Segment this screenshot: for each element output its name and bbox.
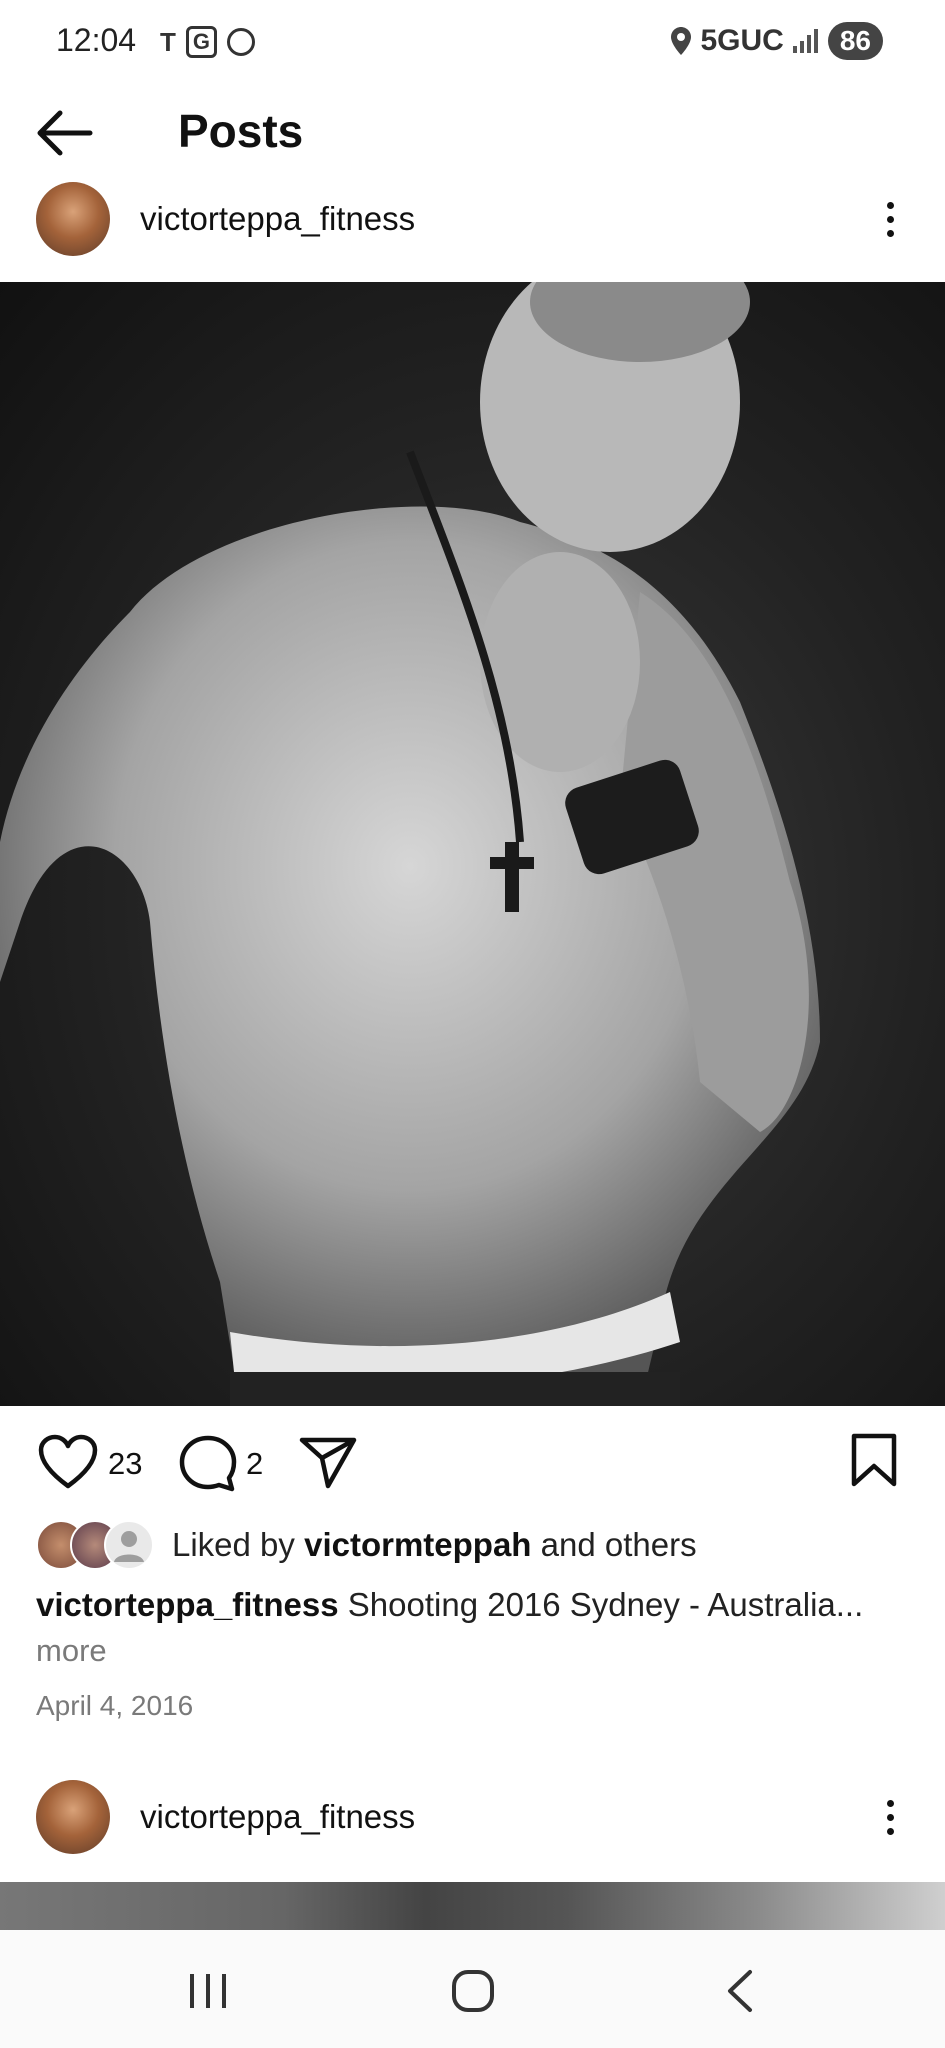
g-icon: G [185,26,218,58]
liked-by-text: Liked by victormteppah and others [172,1526,697,1563]
home-button[interactable] [450,1968,496,2014]
post-photo[interactable] [0,1882,945,1930]
comment-icon [179,1435,237,1492]
post-options-button[interactable] [878,198,902,242]
page-title: Posts [178,105,304,157]
liked-by-row[interactable]: Liked by victormteppah and others [36,1520,697,1570]
post-date: April 4, 2016 [36,1690,194,1721]
more-options-icon [886,1800,894,1807]
t-mobile-icon: T [160,26,176,57]
more-options-icon [886,202,894,209]
post-username[interactable]: victorteppa_fitness [140,1798,415,1836]
status-right: 5GUC 86 [670,22,883,60]
like-button[interactable] [38,1434,98,1495]
share-button[interactable] [298,1434,358,1495]
caption-more-link[interactable]: more [36,1633,107,1669]
back-button[interactable] [34,108,104,164]
post-caption: victorteppa_fitness Shooting 2016 Sydney… [36,1586,916,1624]
battery-indicator: 86 [827,22,883,60]
photo-image [0,282,820,1406]
save-button[interactable] [850,1432,898,1493]
location-icon [671,27,692,55]
liked-by-username[interactable]: victormteppah [304,1526,531,1563]
heart-icon [38,1434,98,1489]
caption-text: Shooting 2016 Sydney - Australia... [347,1586,864,1623]
likes-count[interactable]: 23 [108,1446,142,1482]
home-icon [452,1970,494,2012]
post-username[interactable]: victorteppa_fitness [140,200,415,238]
comment-button[interactable] [178,1434,238,1497]
recent-apps-button[interactable] [186,1968,230,2014]
bookmark-icon [851,1433,897,1487]
liker-avatars [36,1520,156,1570]
chevron-left-icon [728,1970,752,2012]
mobile-data-icon [227,28,256,56]
system-back-button[interactable] [722,1968,758,2014]
app-header [0,84,945,194]
default-user-icon [104,1520,154,1570]
status-time: 12:04 [56,22,137,58]
caption-username[interactable]: victorteppa_fitness [36,1586,339,1623]
signal-icon [792,29,818,53]
post-options-button[interactable] [878,1796,902,1840]
back-arrow-icon [37,110,93,156]
comments-count[interactable]: 2 [246,1446,263,1482]
battery-level: 86 [839,25,871,56]
recent-apps-icon [190,1974,226,2008]
post-avatar[interactable] [36,1780,110,1854]
carrier-icons: T G [160,26,256,58]
post-photo[interactable] [0,282,945,1406]
send-icon [299,1437,357,1489]
network-label: 5GUC [700,24,784,57]
post-avatar[interactable] [36,182,110,256]
